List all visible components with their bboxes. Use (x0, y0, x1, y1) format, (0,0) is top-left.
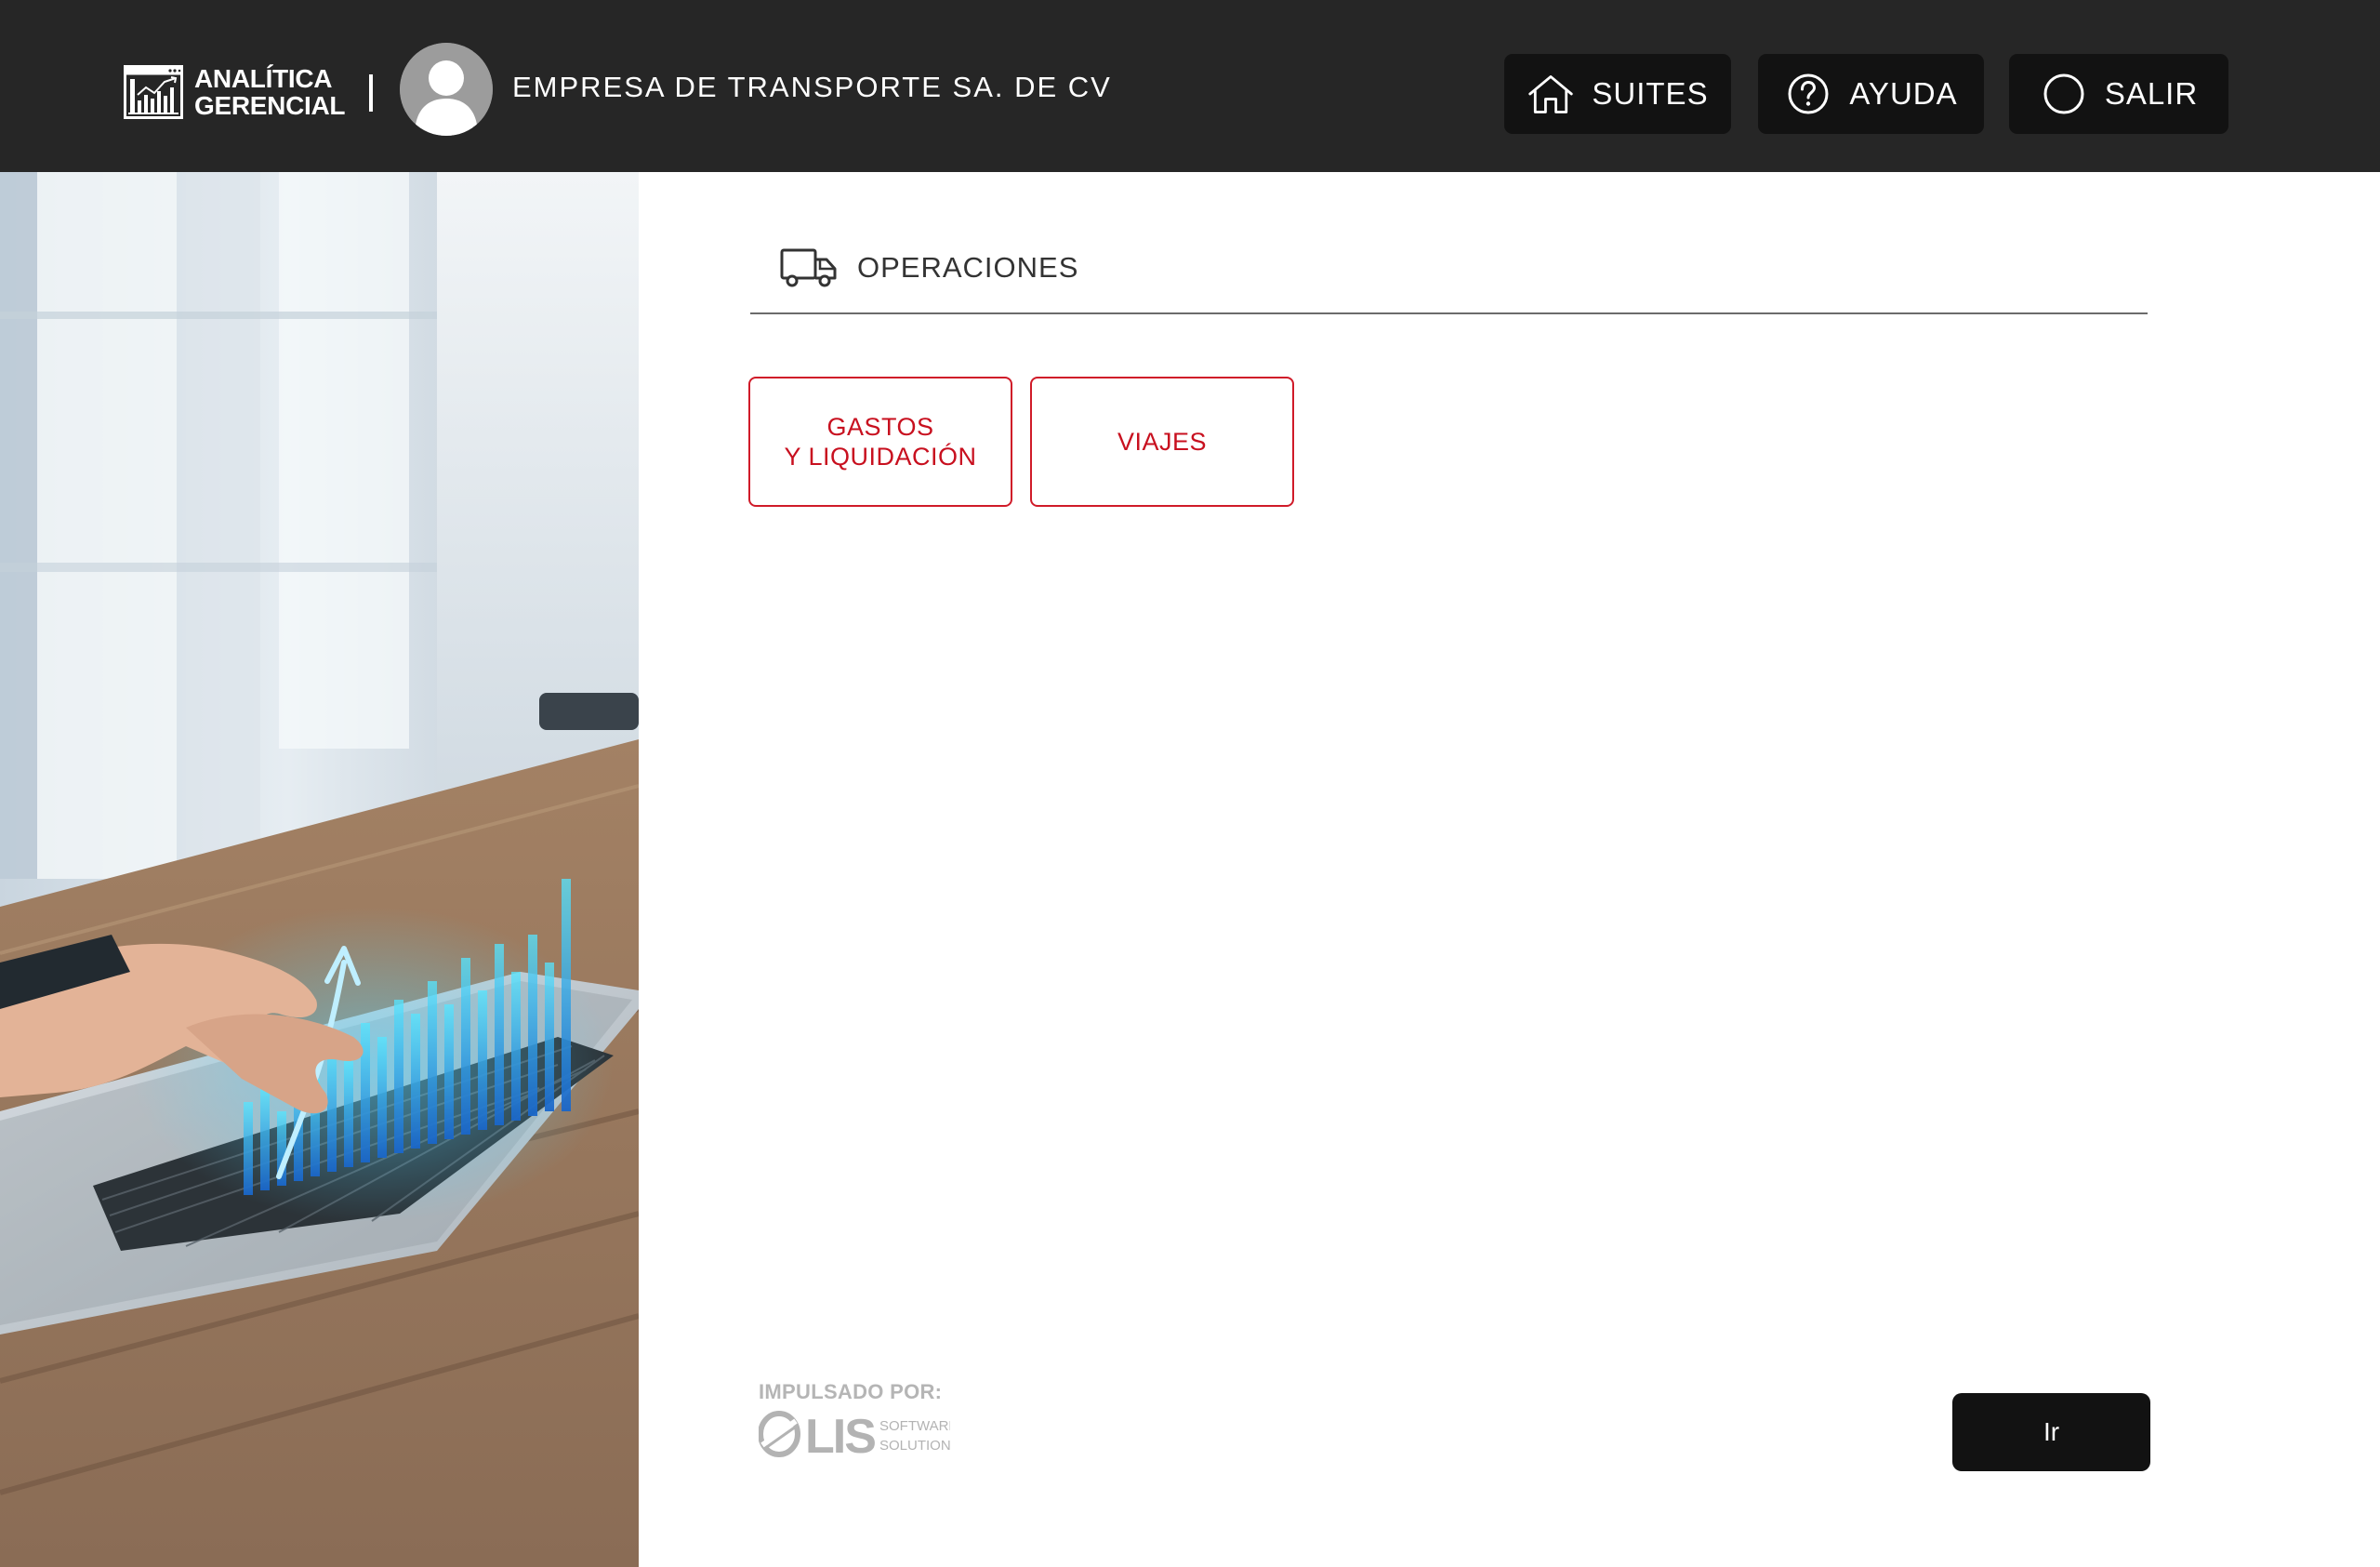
question-circle-icon (1784, 70, 1832, 118)
home-icon (1527, 70, 1575, 118)
option-label-line-1: GASTOS (826, 413, 934, 441)
user-avatar-icon[interactable] (400, 43, 493, 136)
section-header: OPERACIONES (750, 223, 2148, 314)
powered-by-label: IMPULSADO POR: (759, 1380, 943, 1403)
top-header: ANALÍTICA GERENCIAL EMPRESA DE TRANSPORT… (0, 0, 2380, 172)
logo-wordmark: ANALÍTICA GERENCIAL (194, 64, 346, 120)
suites-label: SUITES (1592, 76, 1709, 111)
company-name: EMPRESA DE TRANSPORTE SA. DE CV (512, 71, 1112, 103)
power-circle-icon (2040, 70, 2088, 118)
powered-by: IMPULSADO POR: LIS SOFTWARE SOLUTIONS (759, 1380, 954, 1464)
suites-button[interactable]: SUITES (1504, 54, 1731, 134)
gastos-liquidacion-button[interactable]: GASTOS Y LIQUIDACIÓN (748, 377, 1012, 507)
help-button[interactable]: AYUDA (1758, 54, 1984, 134)
truck-icon (780, 248, 837, 287)
option-label-line-2: Y LIQUIDACIÓN (784, 443, 977, 471)
go-button[interactable]: Ir (1952, 1393, 2150, 1471)
lis-brand-text: LIS (805, 1410, 875, 1462)
logo-line-1: ANALÍTICA (194, 64, 333, 93)
logout-label: SALIR (2104, 76, 2199, 111)
lis-logo: LIS SOFTWARE SOLUTIONS (759, 1410, 950, 1462)
help-label: AYUDA (1849, 76, 1958, 111)
lis-tag-line-2: SOLUTIONS (879, 1438, 950, 1454)
logo-line-2: GERENCIAL (194, 91, 346, 120)
option-label: VIAJES (1117, 428, 1208, 456)
viajes-button[interactable]: VIAJES (1030, 377, 1294, 507)
analytics-chart-icon (124, 65, 183, 119)
app-logo[interactable]: ANALÍTICA GERENCIAL (124, 65, 346, 119)
lis-tag-line-1: SOFTWARE (879, 1418, 950, 1434)
section-title: OPERACIONES (857, 251, 1079, 284)
laptop-analytics-photo (0, 172, 639, 1567)
logout-button[interactable]: SALIR (2009, 54, 2228, 134)
header-divider (369, 74, 373, 112)
